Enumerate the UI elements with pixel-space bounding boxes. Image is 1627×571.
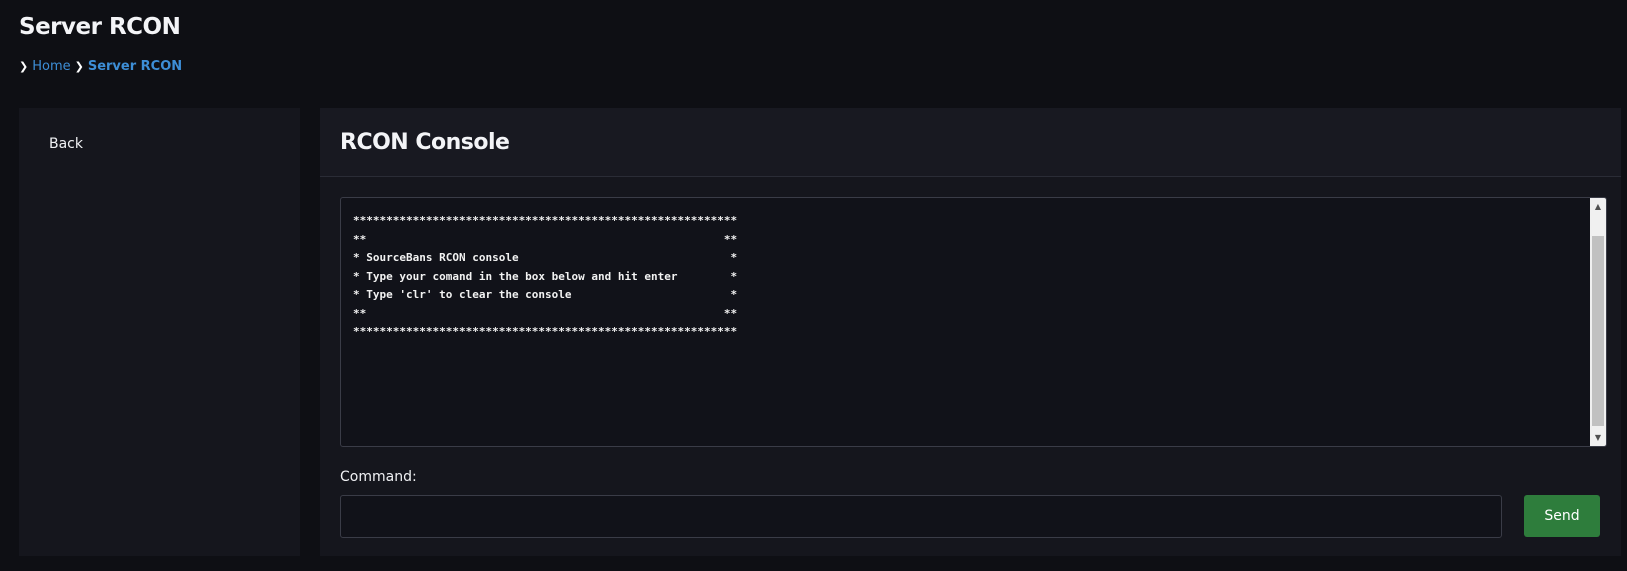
command-label: Command: — [340, 469, 417, 485]
breadcrumb-current[interactable]: Server RCON — [88, 59, 182, 74]
breadcrumb: ❯ Home ❯ Server RCON — [19, 59, 182, 74]
scroll-up-arrow-icon[interactable]: ▲ — [1590, 198, 1606, 215]
panel-title: RCON Console — [340, 129, 510, 155]
command-input[interactable] — [340, 495, 1502, 538]
rcon-console-output[interactable]: ****************************************… — [340, 197, 1607, 447]
console-scrollbar[interactable]: ▲ ▼ — [1590, 198, 1606, 446]
send-button[interactable]: Send — [1524, 495, 1600, 537]
console-text: ****************************************… — [353, 214, 738, 338]
scroll-down-arrow-icon[interactable]: ▼ — [1590, 429, 1606, 446]
scrollbar-thumb[interactable] — [1592, 236, 1604, 426]
sidebar: Back — [19, 108, 300, 556]
panel-header: RCON Console — [320, 108, 1621, 177]
rcon-panel: RCON Console ***************************… — [320, 108, 1621, 556]
back-link[interactable]: Back — [49, 136, 83, 152]
page-title: Server RCON — [19, 14, 181, 40]
chevron-right-icon: ❯ — [19, 60, 29, 73]
chevron-right-icon: ❯ — [74, 60, 84, 73]
breadcrumb-home-link[interactable]: Home — [32, 59, 70, 74]
